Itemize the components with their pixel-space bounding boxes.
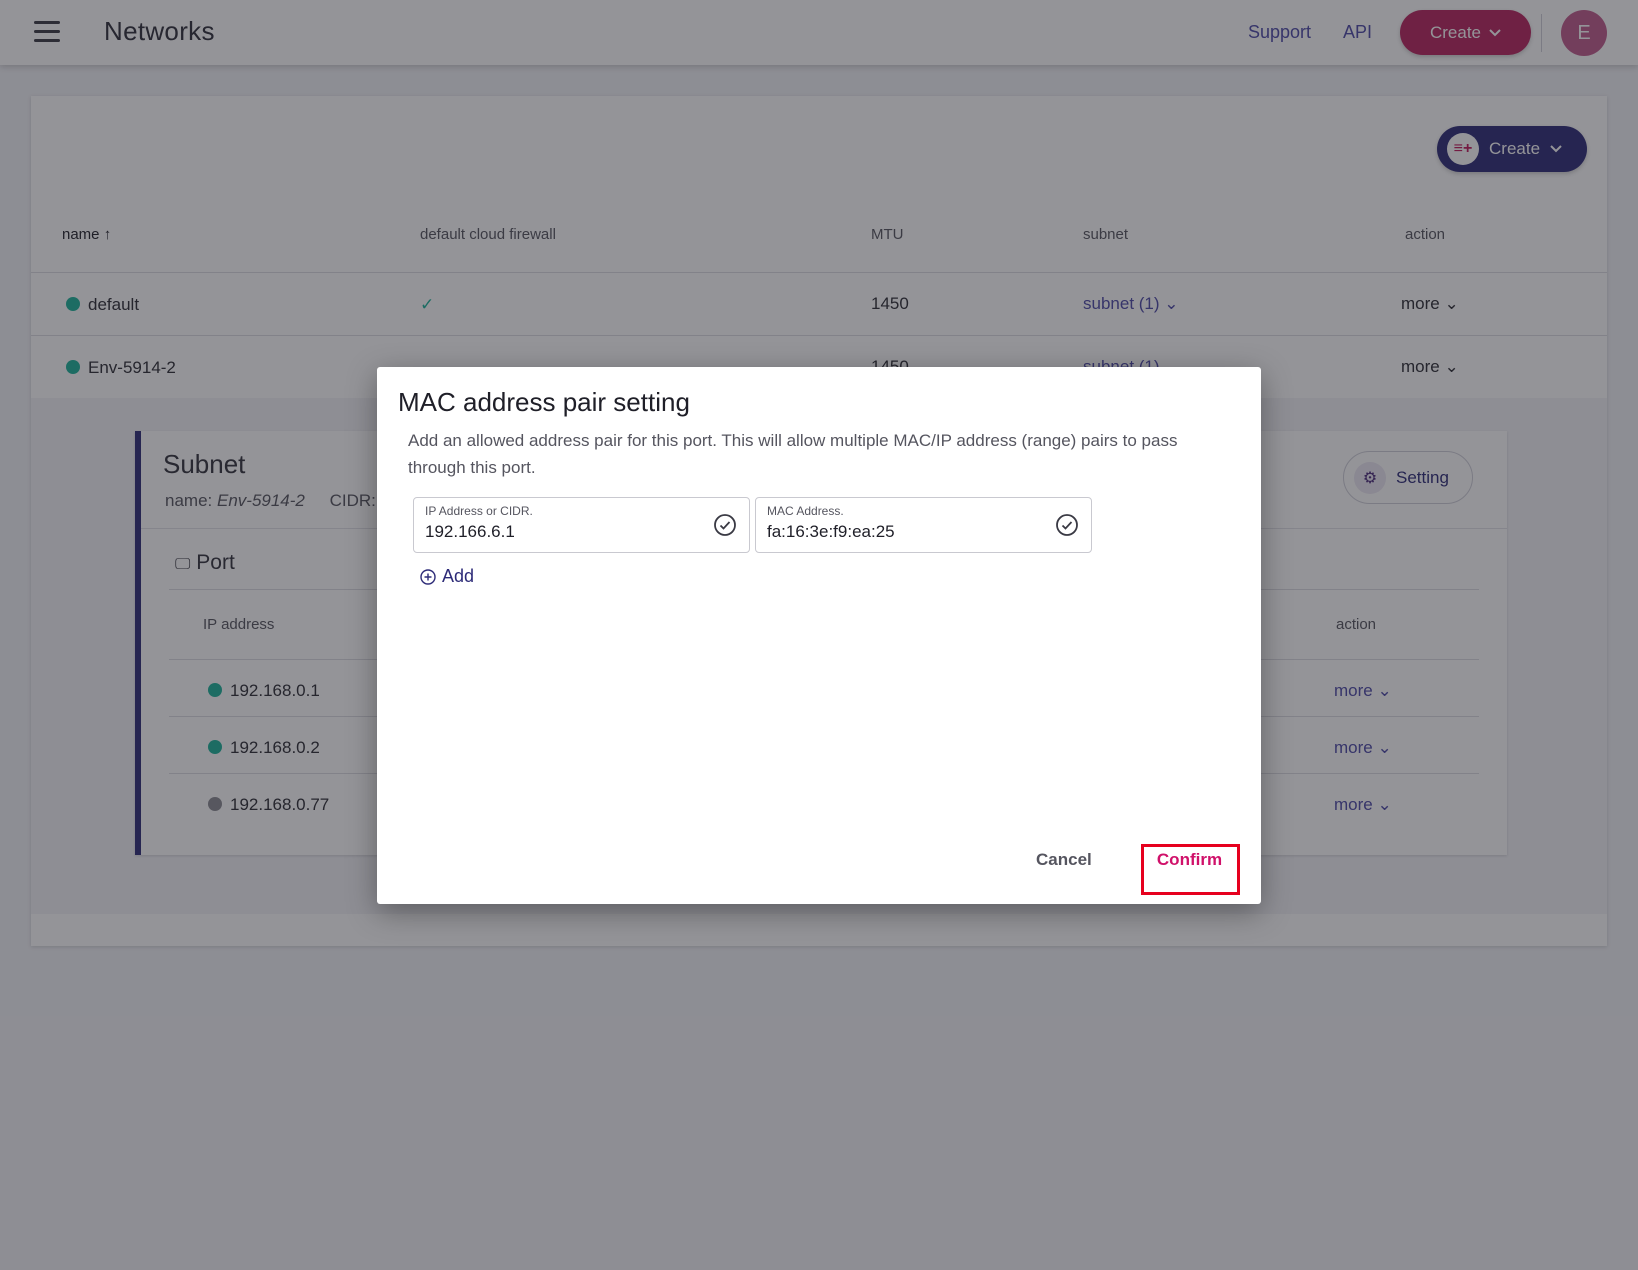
plus-circle-icon (420, 568, 436, 585)
add-pair-button[interactable]: Add (420, 566, 474, 587)
cancel-button[interactable]: Cancel (1036, 850, 1092, 870)
ip-address-label: IP Address or CIDR. (425, 504, 533, 518)
check-circle-icon (714, 514, 736, 536)
dialog-title: MAC address pair setting (398, 387, 690, 417)
mac-address-field[interactable]: MAC Address. (755, 497, 1092, 553)
mac-address-input[interactable] (767, 522, 1037, 542)
mac-address-label: MAC Address. (767, 504, 844, 518)
confirm-highlight-box (1141, 844, 1240, 895)
ip-address-input[interactable] (425, 522, 695, 542)
check-circle-icon (1056, 514, 1078, 536)
ip-address-field[interactable]: IP Address or CIDR. (413, 497, 750, 553)
mac-address-pair-dialog: MAC address pair setting Add an allowed … (377, 367, 1261, 904)
add-pair-label: Add (442, 566, 475, 586)
dialog-description: Add an allowed address pair for this por… (408, 431, 1178, 477)
